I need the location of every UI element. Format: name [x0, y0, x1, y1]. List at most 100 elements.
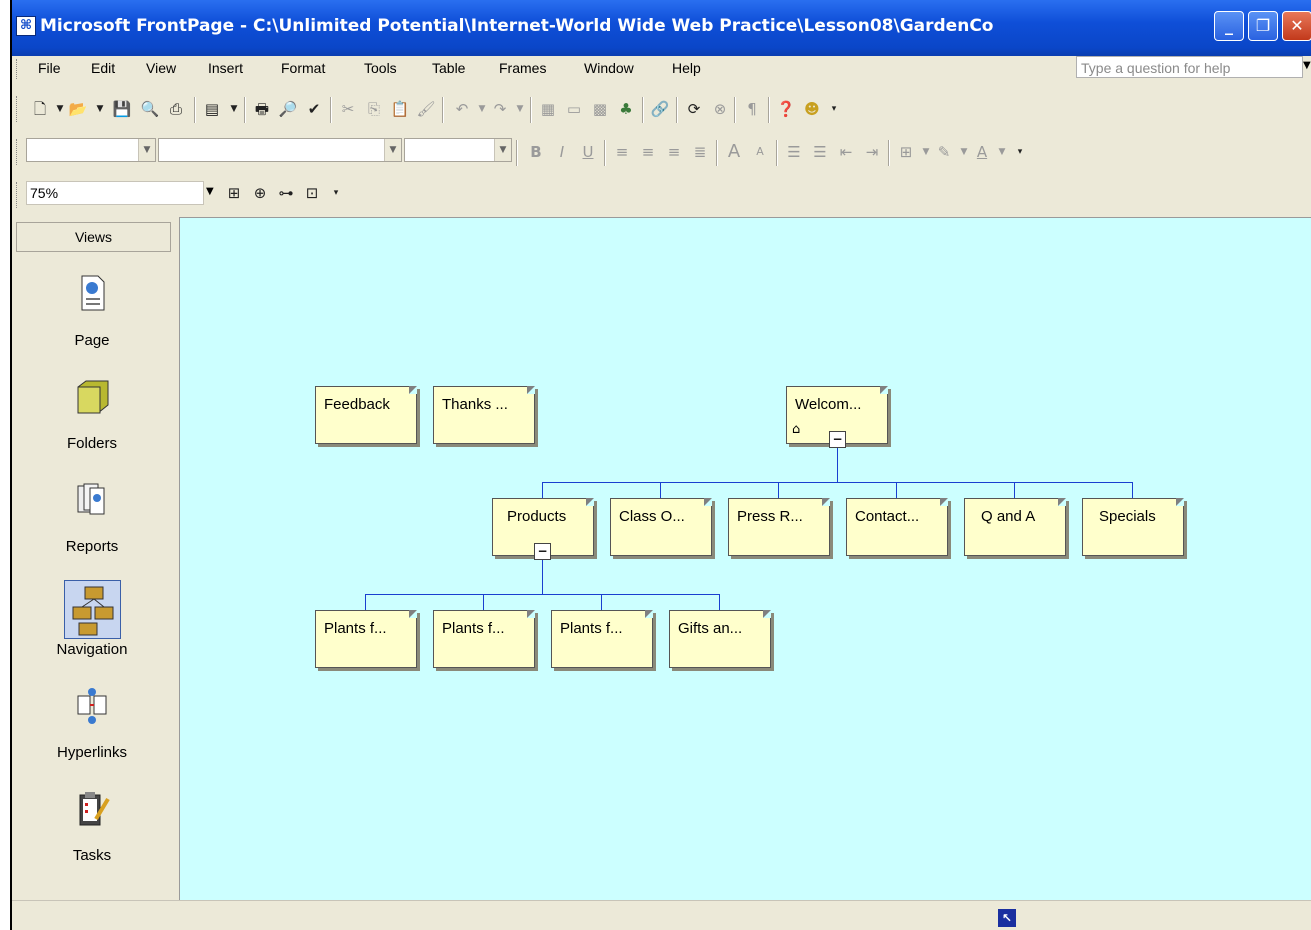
- spelling-icon[interactable]: ✔: [304, 99, 324, 119]
- help-icon[interactable]: ❓: [776, 99, 796, 119]
- align-center-icon[interactable]: ≡: [638, 142, 658, 162]
- nav-page-contact[interactable]: Contact...: [846, 498, 948, 556]
- view-page-button[interactable]: Page: [12, 274, 172, 374]
- nav-page-q-and-a[interactable]: Q and A: [964, 498, 1066, 556]
- print-icon[interactable]: 🖶: [252, 99, 272, 119]
- menu-tools[interactable]: Tools: [364, 60, 397, 76]
- cut-icon[interactable]: ✂: [338, 99, 358, 119]
- italic-icon[interactable]: I: [552, 142, 572, 162]
- open-dropdown-icon[interactable]: ▼: [90, 99, 110, 119]
- menu-grip[interactable]: [16, 59, 20, 79]
- toolbar-grip[interactable]: [16, 96, 20, 122]
- toolbar-options-icon[interactable]: ▾: [1010, 142, 1030, 162]
- search-icon[interactable]: 🔍: [140, 99, 160, 119]
- view-folders-button[interactable]: Folders: [12, 377, 172, 477]
- help-question-input[interactable]: Type a question for help: [1076, 56, 1303, 78]
- insert-table-icon[interactable]: ▭: [564, 99, 584, 119]
- nav-page-plants-2[interactable]: Plants f...: [433, 610, 535, 668]
- title-bar[interactable]: ⌘ Microsoft FrontPage - C:\Unlimited Pot…: [12, 0, 1311, 56]
- borders-icon[interactable]: ⊞: [896, 142, 916, 162]
- menu-table[interactable]: Table: [432, 60, 465, 76]
- zoom-input[interactable]: 75%: [26, 181, 204, 205]
- nav-page-feedback[interactable]: Feedback: [315, 386, 417, 444]
- minimize-button[interactable]: _: [1214, 11, 1244, 41]
- bold-icon[interactable]: B: [526, 142, 546, 162]
- bullets-icon[interactable]: ☰: [810, 142, 830, 162]
- view-reports-button[interactable]: Reports: [12, 480, 172, 580]
- view-subtree-icon[interactable]: ⊡: [302, 183, 322, 203]
- publish-icon[interactable]: ⎙: [166, 99, 186, 119]
- menu-frames[interactable]: Frames: [499, 60, 546, 76]
- align-right-icon[interactable]: ≡: [664, 142, 684, 162]
- redo-icon[interactable]: ↷: [490, 99, 510, 119]
- frontpage-icon[interactable]: ⌘: [16, 16, 36, 36]
- toolbar-options-icon[interactable]: ▾: [824, 99, 844, 119]
- menu-help[interactable]: Help: [672, 60, 701, 76]
- add-existing-page-icon[interactable]: ⊞: [224, 183, 244, 203]
- paste-icon[interactable]: 📋: [390, 99, 410, 119]
- nav-page-press-r[interactable]: Press R...: [728, 498, 830, 556]
- collapse-button[interactable]: −: [534, 543, 551, 560]
- redo-dropdown-icon[interactable]: ▼: [510, 99, 530, 119]
- menu-file[interactable]: File: [38, 60, 61, 76]
- menu-edit[interactable]: Edit: [91, 60, 115, 76]
- new-dropdown-icon[interactable]: ▼: [50, 99, 70, 119]
- undo-dropdown-icon[interactable]: ▼: [472, 99, 492, 119]
- navigation-canvas[interactable]: Feedback Thanks ... Welcom... ⌂ − Produc…: [179, 217, 1311, 901]
- menu-format[interactable]: Format: [281, 60, 325, 76]
- open-folder-icon[interactable]: 📂: [68, 99, 88, 119]
- nav-page-gifts[interactable]: Gifts an...: [669, 610, 771, 668]
- menu-insert[interactable]: Insert: [208, 60, 243, 76]
- increase-indent-icon[interactable]: ⇥: [862, 142, 882, 162]
- portrait-landscape-icon[interactable]: ⊶: [276, 183, 296, 203]
- zoom-dropdown-icon[interactable]: ▼: [206, 186, 214, 197]
- include-in-navigation-icon[interactable]: ⊕: [250, 183, 270, 203]
- align-left-icon[interactable]: ≡: [612, 142, 632, 162]
- nav-page-specials[interactable]: Specials: [1082, 498, 1184, 556]
- view-navigation-button[interactable]: Navigation: [12, 580, 172, 683]
- close-button[interactable]: ✕: [1282, 11, 1311, 41]
- toolbar-options-icon[interactable]: ▾: [326, 183, 346, 203]
- highlight-icon[interactable]: ✎: [934, 142, 954, 162]
- decrease-font-icon[interactable]: A: [750, 142, 770, 162]
- view-tasks-button[interactable]: Tasks: [12, 789, 172, 889]
- increase-font-icon[interactable]: A: [724, 142, 744, 162]
- format-painter-icon[interactable]: 🖌: [416, 99, 436, 119]
- justify-icon[interactable]: ≣: [690, 142, 710, 162]
- insert-picture-icon[interactable]: ▩: [590, 99, 610, 119]
- numbering-icon[interactable]: ☰: [784, 142, 804, 162]
- pane-dropdown-icon[interactable]: ▼: [224, 99, 244, 119]
- stop-icon[interactable]: ⊗: [710, 99, 730, 119]
- nav-page-class-o[interactable]: Class O...: [610, 498, 712, 556]
- nav-page-plants-3[interactable]: Plants f...: [551, 610, 653, 668]
- font-color-icon[interactable]: A: [972, 142, 992, 162]
- refresh-icon[interactable]: ⟳: [684, 99, 704, 119]
- toolbar-grip[interactable]: [16, 139, 20, 165]
- web-component-icon[interactable]: ▦: [538, 99, 558, 119]
- font-dropdown[interactable]: ▼: [158, 138, 402, 162]
- toggle-pane-icon[interactable]: ▤: [202, 99, 222, 119]
- highlight-dropdown-icon[interactable]: ▼: [954, 142, 974, 162]
- underline-icon[interactable]: U: [578, 142, 598, 162]
- hyperlink-icon[interactable]: 🔗: [650, 99, 670, 119]
- drawing-icon[interactable]: ♣: [616, 99, 636, 119]
- preview-icon[interactable]: 🔎: [278, 99, 298, 119]
- save-icon[interactable]: 💾: [112, 99, 132, 119]
- copy-icon[interactable]: ⎘: [364, 99, 384, 119]
- nav-page-plants-1[interactable]: Plants f...: [315, 610, 417, 668]
- style-dropdown[interactable]: ▼: [26, 138, 156, 162]
- collapse-button[interactable]: −: [829, 431, 846, 448]
- menu-window[interactable]: Window: [584, 60, 634, 76]
- nav-page-thanks[interactable]: Thanks ...: [433, 386, 535, 444]
- decrease-indent-icon[interactable]: ⇤: [836, 142, 856, 162]
- font-color-dropdown-icon[interactable]: ▼: [992, 142, 1012, 162]
- menu-view[interactable]: View: [146, 60, 176, 76]
- toolbar-grip[interactable]: [16, 182, 20, 208]
- show-all-icon[interactable]: ¶: [742, 99, 762, 119]
- view-hyperlinks-button[interactable]: Hyperlinks: [12, 686, 172, 786]
- frontpage-help-icon[interactable]: ☻: [802, 99, 822, 119]
- borders-dropdown-icon[interactable]: ▼: [916, 142, 936, 162]
- new-page-icon[interactable]: 🗋: [30, 99, 50, 119]
- restore-button[interactable]: ❐: [1248, 11, 1278, 41]
- help-dropdown-arrow[interactable]: ▼: [1303, 60, 1311, 71]
